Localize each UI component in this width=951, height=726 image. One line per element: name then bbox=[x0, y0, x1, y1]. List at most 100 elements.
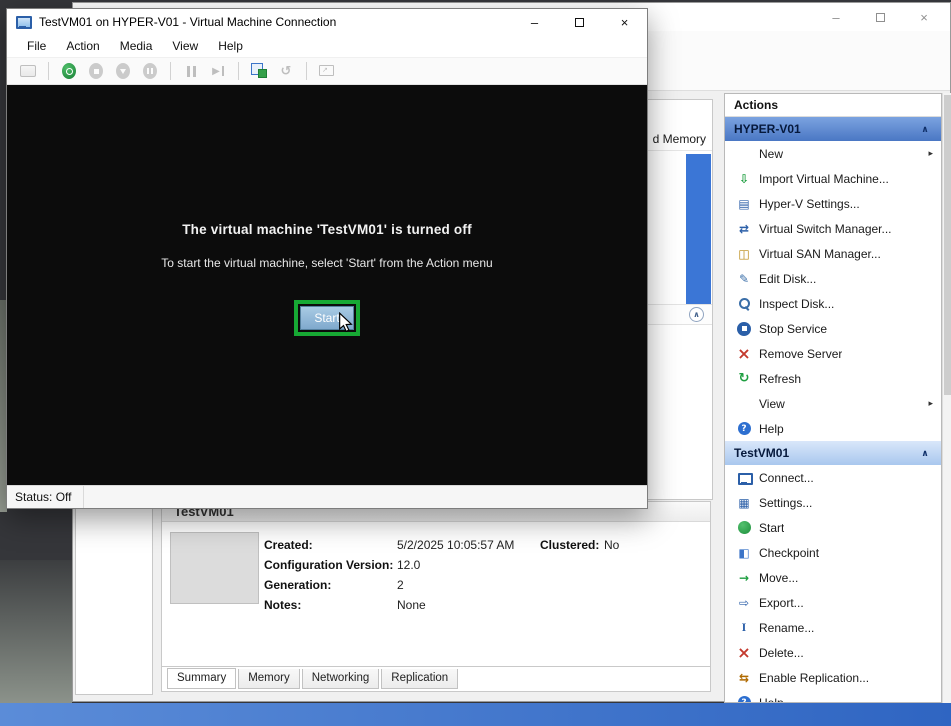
replication-icon bbox=[736, 670, 752, 686]
shut-down-icon[interactable] bbox=[112, 59, 134, 83]
delete-icon bbox=[736, 645, 752, 661]
action-item[interactable]: Settings... bbox=[725, 490, 941, 515]
virtual-switch-icon bbox=[736, 221, 752, 237]
manager-close-button[interactable]: × bbox=[902, 3, 946, 31]
action-item[interactable]: Hyper-V Settings... bbox=[725, 191, 941, 216]
import-vm-icon bbox=[736, 171, 752, 187]
toolbar-separator[interactable] bbox=[306, 62, 307, 80]
clustered-label: Clustered: bbox=[540, 538, 604, 552]
action-item[interactable]: Import Virtual Machine... bbox=[725, 166, 941, 191]
action-item-label: Enable Replication... bbox=[759, 671, 869, 685]
enhanced-session-icon[interactable] bbox=[316, 59, 338, 83]
vm-window-title: TestVM01 on HYPER-V01 - Virtual Machine … bbox=[39, 15, 512, 29]
action-item-label: Virtual SAN Manager... bbox=[759, 247, 881, 261]
action-item[interactable]: Checkpoint bbox=[725, 540, 941, 565]
vm-connection-window: TestVM01 on HYPER-V01 - Virtual Machine … bbox=[6, 8, 648, 509]
vm-off-instruction: To start the virtual machine, select 'St… bbox=[7, 256, 647, 270]
action-item-label: Edit Disk... bbox=[759, 272, 816, 286]
scrollbar-thumb[interactable] bbox=[944, 95, 951, 395]
collapse-chevron-icon[interactable] bbox=[918, 122, 932, 136]
step-icon[interactable] bbox=[207, 59, 229, 83]
save-state-icon[interactable] bbox=[139, 59, 161, 83]
summary-tab[interactable]: Networking bbox=[302, 669, 380, 689]
vm-close-button[interactable]: × bbox=[602, 9, 647, 35]
actions-list-hyperv01: New Import Virtual Machine... Hyper-V Se… bbox=[725, 141, 941, 441]
remove-server-icon bbox=[736, 346, 752, 362]
action-item[interactable]: Connect... bbox=[725, 465, 941, 490]
rename-icon bbox=[736, 620, 752, 636]
toolbar-separator[interactable] bbox=[238, 62, 239, 80]
action-item[interactable]: Edit Disk... bbox=[725, 266, 941, 291]
vm-status-bar: Status: Off bbox=[7, 485, 647, 508]
toolbar-separator[interactable] bbox=[48, 62, 49, 80]
start-icon bbox=[736, 520, 752, 536]
action-item-label: Move... bbox=[759, 571, 798, 585]
action-item[interactable]: Refresh bbox=[725, 366, 941, 391]
menu-item[interactable]: Action bbox=[56, 35, 109, 57]
vm-connection-icon bbox=[16, 15, 30, 29]
action-item[interactable]: Remove Server bbox=[725, 341, 941, 366]
action-item[interactable]: View bbox=[725, 391, 941, 416]
hyperv-settings-icon bbox=[736, 196, 752, 212]
action-item[interactable]: Delete... bbox=[725, 640, 941, 665]
action-item-label: Checkpoint bbox=[759, 546, 819, 560]
ctrl-alt-del-icon[interactable] bbox=[17, 59, 39, 83]
menu-item[interactable]: File bbox=[17, 35, 56, 57]
menu-item[interactable]: Media bbox=[110, 35, 163, 57]
action-item[interactable]: New bbox=[725, 141, 941, 166]
maximize-box-icon bbox=[575, 18, 584, 27]
revert-icon[interactable] bbox=[275, 59, 297, 83]
action-item[interactable]: Stop Service bbox=[725, 316, 941, 341]
actions-pane-title: Actions bbox=[725, 94, 941, 117]
action-item-label: Hyper-V Settings... bbox=[759, 197, 860, 211]
manager-maximize-button[interactable] bbox=[858, 3, 902, 31]
group-header-label: HYPER-V01 bbox=[734, 122, 801, 136]
actions-group-header-hyperv01[interactable]: HYPER-V01 bbox=[725, 117, 941, 141]
assigned-memory-column-header[interactable]: d Memory bbox=[653, 132, 706, 146]
toolbar-separator[interactable] bbox=[170, 62, 171, 80]
actions-list-testvm01: Connect... Settings... Start bbox=[725, 465, 941, 703]
summary-field-label: Created: bbox=[264, 538, 397, 552]
submenu-arrow-icon bbox=[928, 398, 933, 409]
vm-minimize-button[interactable]: – bbox=[512, 9, 557, 35]
turn-off-icon[interactable] bbox=[85, 59, 107, 83]
action-item[interactable]: Virtual Switch Manager... bbox=[725, 216, 941, 241]
checkpoint-toolbar-icon[interactable] bbox=[248, 59, 270, 83]
summary-tab[interactable]: Summary bbox=[167, 668, 236, 689]
pause-icon[interactable] bbox=[180, 59, 202, 83]
vm-thumbnail bbox=[170, 532, 259, 604]
checkpoints-collapse-button[interactable] bbox=[689, 307, 704, 322]
action-item[interactable]: Export... bbox=[725, 590, 941, 615]
manager-minimize-button[interactable]: – bbox=[814, 3, 858, 31]
refresh-icon bbox=[736, 371, 752, 387]
action-item-label: Virtual Switch Manager... bbox=[759, 222, 892, 236]
action-item[interactable]: Help bbox=[725, 416, 941, 441]
desktop-wallpaper-sea bbox=[0, 703, 951, 726]
summary-field-row: Created: 5/2/2025 10:05:57 AM bbox=[264, 535, 514, 555]
action-item-label: Delete... bbox=[759, 646, 804, 660]
action-item[interactable]: Inspect Disk... bbox=[725, 291, 941, 316]
action-item[interactable]: Move... bbox=[725, 565, 941, 590]
vm-window-titlebar[interactable]: TestVM01 on HYPER-V01 - Virtual Machine … bbox=[7, 9, 647, 35]
action-item[interactable]: Rename... bbox=[725, 615, 941, 640]
summary-fields: Created: 5/2/2025 10:05:57 AM Configurat… bbox=[264, 535, 514, 615]
action-item[interactable]: Help bbox=[725, 690, 941, 703]
summary-field-label: Configuration Version: bbox=[264, 558, 397, 572]
vm-summary-panel: TestVM01 Created: 5/2/2025 10:05:57 AM C… bbox=[161, 501, 711, 692]
desktop-wallpaper-mountains bbox=[0, 560, 72, 706]
collapse-chevron-icon[interactable] bbox=[918, 446, 932, 460]
action-item[interactable]: Virtual SAN Manager... bbox=[725, 241, 941, 266]
action-item[interactable]: Enable Replication... bbox=[725, 665, 941, 690]
action-item-label: Stop Service bbox=[759, 322, 827, 336]
summary-tab[interactable]: Replication bbox=[381, 669, 458, 689]
menu-item[interactable]: View bbox=[162, 35, 208, 57]
action-item[interactable]: Start bbox=[725, 515, 941, 540]
stop-service-icon bbox=[736, 321, 752, 337]
actions-pane-scrollbar[interactable] bbox=[942, 93, 951, 703]
power-on-icon[interactable] bbox=[58, 59, 80, 83]
summary-tab[interactable]: Memory bbox=[238, 669, 300, 689]
vm-maximize-button[interactable] bbox=[557, 9, 602, 35]
actions-group-header-testvm01[interactable]: TestVM01 bbox=[725, 441, 941, 465]
mouse-cursor bbox=[338, 312, 353, 333]
menu-item[interactable]: Help bbox=[208, 35, 253, 57]
